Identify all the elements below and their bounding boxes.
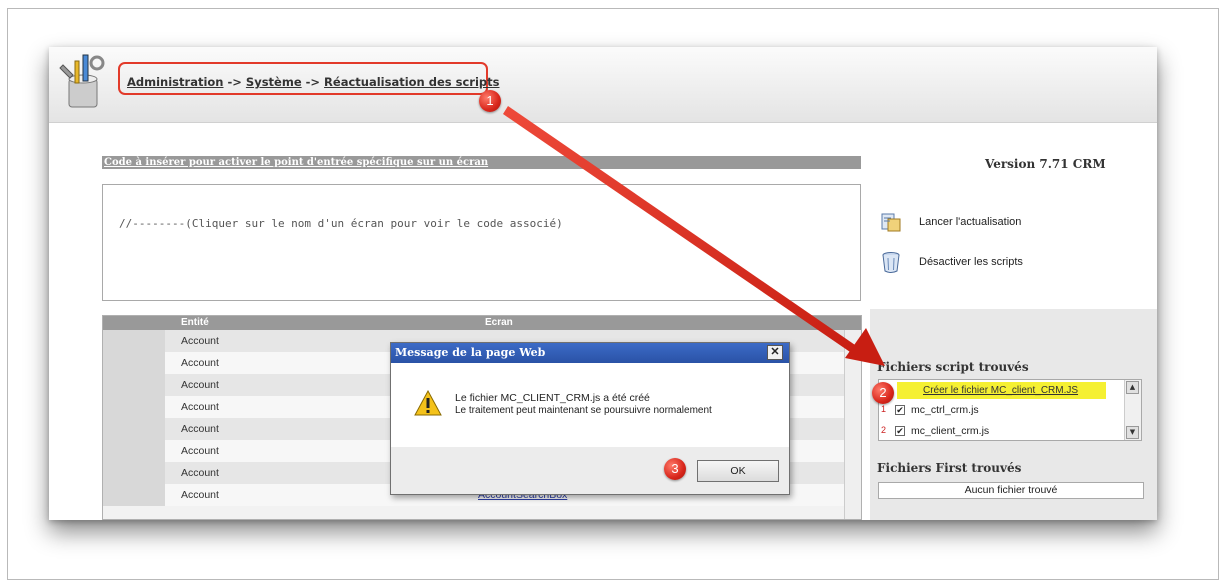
- cell-entite: Account: [181, 445, 219, 457]
- cell-entite: Account: [181, 357, 219, 369]
- script-name: mc_client_crm.js: [911, 425, 990, 437]
- cell-entite: Account: [181, 423, 219, 435]
- close-icon[interactable]: ✕: [767, 345, 783, 360]
- cell-entite: Account: [181, 467, 219, 479]
- code-placeholder: //--------(Cliquer sur le nom d'un écran…: [119, 217, 563, 230]
- scroll-up-icon[interactable]: ▲: [1126, 381, 1139, 394]
- scripts-scrollbar[interactable]: ▲ ▼: [1124, 380, 1141, 440]
- dialog-message-line2: Le traitement peut maintenant se poursui…: [455, 405, 712, 416]
- column-header-ecran: Ecran: [485, 317, 513, 328]
- script-row: 2 ✔ mc_client_crm.js: [881, 423, 1121, 440]
- version-label: Version 7.71 CRM: [985, 157, 1106, 171]
- cell-entite: Account: [181, 489, 219, 501]
- refresh-scripts-icon: [881, 213, 901, 232]
- dialog-body: Le fichier MC_CLIENT_CRM.js a été créé L…: [391, 363, 789, 447]
- callout-1: 1: [479, 90, 501, 112]
- code-section-title: Code à insérer pour activer le point d'e…: [102, 156, 861, 169]
- table-header: Entité Ecran: [103, 316, 861, 330]
- scroll-down-icon[interactable]: ▼: [1126, 426, 1139, 439]
- breadcrumb-administration[interactable]: Administration: [127, 75, 224, 89]
- message-dialog: Message de la page Web ✕ Le fichier MC_C…: [390, 342, 790, 495]
- script-checkbox[interactable]: ✔: [895, 405, 905, 415]
- dialog-message-line1: Le fichier MC_CLIENT_CRM.js a été créé: [455, 392, 650, 404]
- cell-entite: Account: [181, 401, 219, 413]
- script-checkbox[interactable]: ✔: [895, 426, 905, 436]
- breadcrumb-systeme[interactable]: Système: [246, 75, 302, 89]
- breadcrumb-reactualisation[interactable]: Réactualisation des scripts: [324, 75, 499, 89]
- ok-button[interactable]: OK: [697, 460, 779, 482]
- disable-label: Désactiver les scripts: [919, 256, 1023, 268]
- script-name: mc_ctrl_crm.js: [911, 404, 979, 416]
- app-window: Administration -> Système -> Réactualisa…: [49, 47, 1157, 520]
- warning-icon: [414, 390, 442, 416]
- scripts-list: Créer le fichier MC_client_CRM.JS 1 ✔ mc…: [878, 379, 1142, 441]
- page-header: Administration -> Système -> Réactualisa…: [49, 47, 1157, 123]
- breadcrumb-separator: ->: [301, 75, 325, 89]
- first-found-box: Aucun fichier trouvé: [878, 482, 1144, 499]
- breadcrumb-separator: ->: [223, 75, 246, 89]
- script-row-number: 2: [881, 425, 887, 435]
- dialog-title: Message de la page Web: [391, 343, 789, 363]
- column-header-entite: Entité: [181, 317, 209, 328]
- right-panel: Fichiers script trouvés Créer le fichier…: [870, 309, 1157, 520]
- cell-entite: Account: [181, 335, 219, 347]
- refresh-label: Lancer l'actualisation: [919, 216, 1022, 228]
- first-found-title: Fichiers First trouvés: [877, 461, 1022, 475]
- table-scrollbar[interactable]: [844, 330, 861, 519]
- script-row-number: 1: [881, 404, 887, 414]
- callout-3: 3: [664, 458, 686, 480]
- code-box: //--------(Cliquer sur le nom d'un écran…: [102, 184, 861, 301]
- tools-icon: [59, 54, 105, 108]
- script-row: 1 ✔ mc_ctrl_crm.js: [881, 402, 1121, 420]
- create-file-link[interactable]: Créer le fichier MC_client_CRM.JS: [897, 382, 1106, 399]
- breadcrumb: Administration -> Système -> Réactualisa…: [127, 75, 499, 89]
- callout-2: 2: [872, 382, 894, 404]
- trash-icon: [882, 252, 900, 273]
- cell-entite: Account: [181, 379, 219, 391]
- scripts-found-title: Fichiers script trouvés: [877, 360, 1029, 374]
